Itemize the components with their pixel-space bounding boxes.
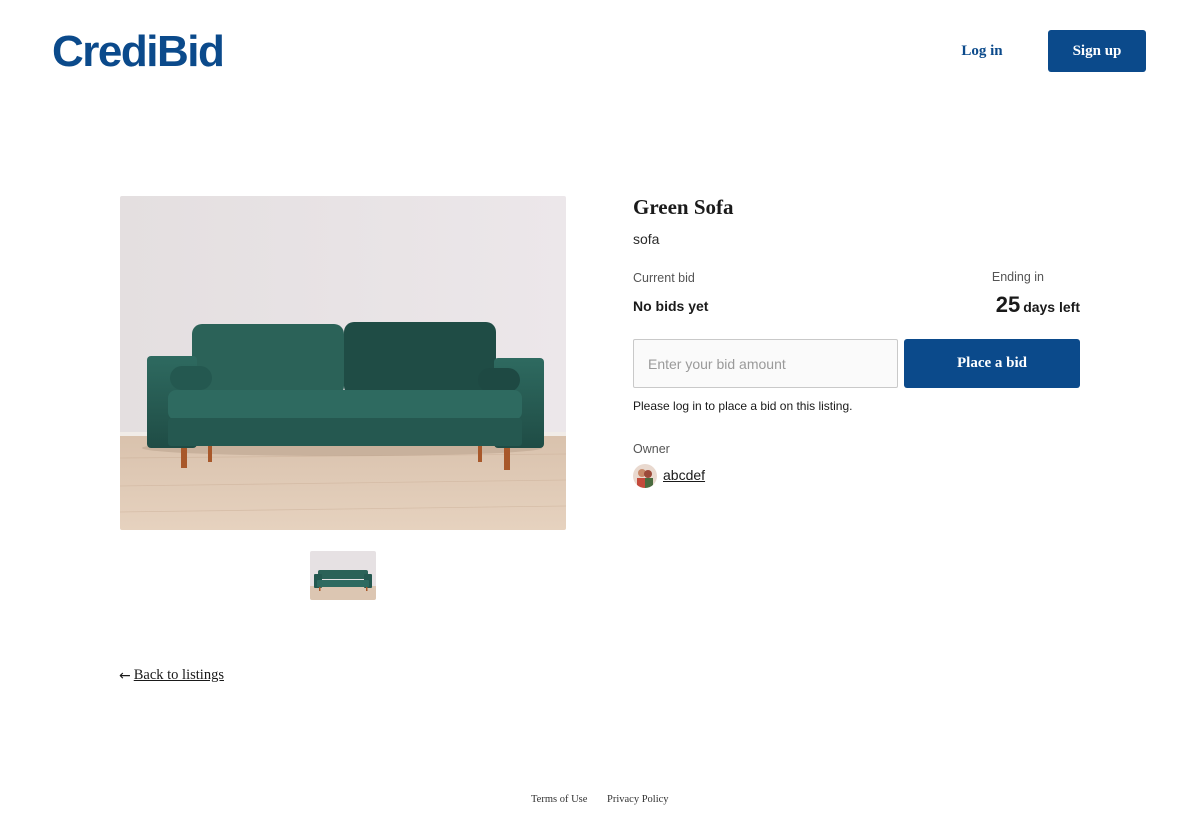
current-bid-value: No bids yet bbox=[633, 298, 709, 314]
owner-label: Owner bbox=[633, 442, 670, 456]
credibid-logo[interactable]: CrediBid bbox=[52, 28, 225, 76]
ending-in-label: Ending in bbox=[991, 270, 1044, 284]
place-bid-button[interactable]: Place a bid bbox=[904, 339, 1080, 388]
signup-button[interactable]: Sign up bbox=[1048, 30, 1146, 72]
thumbnail-image[interactable] bbox=[310, 551, 376, 600]
arrow-left-icon: ← bbox=[119, 667, 131, 684]
owner-avatar[interactable] bbox=[633, 464, 657, 488]
bid-amount-input[interactable] bbox=[633, 339, 898, 388]
days-left-value: 25 days left bbox=[996, 292, 1080, 318]
listing-category: sofa bbox=[633, 231, 660, 247]
owner-username-link[interactable]: abcdef bbox=[663, 467, 705, 483]
login-link[interactable]: Log in bbox=[950, 38, 1014, 64]
login-required-note: Please log in to place a bid on this lis… bbox=[633, 399, 853, 413]
main-listing-image bbox=[120, 196, 566, 530]
back-to-listings-link[interactable]: ← Back to listings bbox=[119, 667, 224, 684]
current-bid-label: Current bid bbox=[633, 271, 695, 285]
back-to-listings-label: Back to listings bbox=[133, 667, 224, 683]
listing-title: Green Sofa bbox=[633, 195, 734, 219]
terms-of-use-link[interactable]: Terms of Use bbox=[531, 794, 587, 805]
privacy-policy-link[interactable]: Privacy Policy bbox=[607, 794, 669, 805]
days-left-unit: days left bbox=[1023, 299, 1080, 315]
days-left-number: 25 bbox=[995, 292, 1021, 317]
